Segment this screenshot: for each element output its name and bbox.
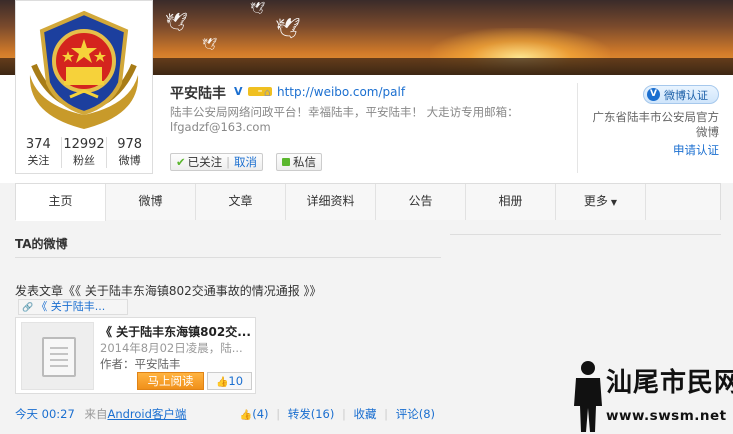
post-actions: 👍(4) | 转发(16) | 收藏 | 评论(8) [240,406,435,422]
profile-description: 陆丰公安局网络问政平台！幸福陆丰，平安陆丰！ 大走访专用邮箱：lfgadzf@1… [170,105,519,134]
profile-header: 374 关注 12992 粉丝 978 微博 平安陆丰 V ━ ⌂ http:/… [0,0,733,183]
article-link-pill[interactable]: 🔗 《 关于陆丰... [18,299,128,315]
avatar[interactable] [20,5,148,133]
like-count: 10 [228,374,244,388]
article-link-label: 《 关于陆丰... [36,300,106,313]
check-icon: ✔ [176,155,186,169]
tab-home[interactable]: 主页 [16,184,106,221]
tab-details[interactable]: 详细资料 [286,184,376,220]
stats-row: 374 关注 12992 粉丝 978 微博 [16,137,152,168]
message-label: 私信 [293,155,316,169]
stat-label: 粉丝 [73,154,95,167]
message-button[interactable]: 私信 [276,153,322,171]
stat-followers[interactable]: 12992 粉丝 [60,137,107,168]
article-thumbnail [21,322,94,390]
divider: | [341,407,346,421]
post-meta: 今天 00:27 来自Android客户端 👍(4) | 转发(16) | 收藏… [15,406,441,422]
article-author: 作者：平安陆丰 [100,357,181,371]
apply-verify-link[interactable]: 申请认证 [585,142,719,158]
tab-weibo[interactable]: 微博 [106,184,196,220]
post-text[interactable]: 发表文章《《 关于陆丰东海镇802交通事故的情况通报 》》 [15,282,322,299]
divider: | [276,407,281,421]
divider: | [384,407,389,421]
tab-more[interactable]: 更多 ▼ [556,184,646,220]
followed-label: 已关注 [187,155,223,169]
message-icon [282,158,290,166]
section-title: TA的微博 [15,237,68,251]
standing-figure-icon [574,361,602,432]
stat-number: 978 [117,137,143,152]
dove-icon: 🕊 [250,1,266,15]
avatar-card: 374 关注 12992 粉丝 978 微博 [15,0,153,174]
profile-tabs: 主页 微博 文章 详细资料 公告 相册 更多 ▼ [15,183,721,221]
feed: TA的微博 发表文章《《 关于陆丰东海镇802交通事故的情况通报 》》 🔗 《 关… [15,220,441,434]
post-source: 来自Android客户端 [84,407,186,421]
verify-badge-label: 微博认证 [664,88,708,102]
verified-v-icon: V [234,85,243,98]
repost-action[interactable]: 转发(16) [288,407,335,421]
article-title[interactable]: 《 关于陆丰东海镇802交... [100,323,252,340]
dove-icon: 🕊 [275,16,301,40]
source-link[interactable]: Android客户端 [107,407,186,421]
article-card[interactable]: 《 关于陆丰东海镇802交... 2014年8月02日凌晨，陆... 作者：平安… [15,317,256,394]
read-now-button[interactable]: 马上阅读 [137,372,204,390]
dove-icon: 🕊 [202,37,218,51]
divider [450,234,721,235]
verify-description: 广东省陆丰市公安局官方微博 [592,110,720,139]
verified-v-icon: V [647,88,660,101]
link-icon: ⌂ [264,86,271,99]
stat-posts[interactable]: 978 微博 [106,137,152,168]
tab-announcements[interactable]: 公告 [376,184,466,220]
stat-following[interactable]: 374 关注 [16,137,61,168]
divider [15,257,441,258]
stat-label: 关注 [27,154,50,167]
source-prefix: 来自 [84,407,108,421]
document-icon [42,337,76,377]
comment-action[interactable]: 评论(8) [396,407,435,421]
follow-status-button: ✔ 已关注 | 取消 [170,153,264,171]
favorite-action[interactable]: 收藏 [354,407,377,421]
dove-icon: 🕊 [165,12,188,33]
stat-number: 12992 [63,137,105,152]
watermark-title: 汕尾市民网 [606,368,733,398]
profile-url-link[interactable]: http://weibo.com/palf [277,85,405,99]
watermark-site: www.swsm.net [606,408,727,424]
stat-label: 微博 [118,154,141,167]
tab-more-label: 更多 [583,194,608,208]
weibo-verify-badge[interactable]: V 微博认证 [643,85,719,104]
link-icon: 🔗 [22,303,34,313]
tab-articles[interactable]: 文章 [196,184,286,220]
post-time[interactable]: 今天 00:27 [15,407,75,421]
thumb-up-icon: 👍 [215,377,229,388]
article-date: 2014年8月02日凌晨，陆... [100,341,243,355]
stat-number: 374 [25,137,51,152]
tab-albums[interactable]: 相册 [466,184,556,220]
watermark: 汕尾市民网 www.swsm.net [566,358,733,434]
article-like-button[interactable]: 👍10 [207,372,252,390]
like-action[interactable]: (4) [252,407,268,421]
divider: | [226,155,231,169]
unfollow-button[interactable]: 取消 [234,154,257,170]
profile-name: 平安陆丰 [170,86,226,102]
caret-down-icon: ▼ [610,198,618,207]
police-emblem-icon [29,10,139,129]
thumb-up-icon: 👍 [239,410,253,421]
divider [577,83,578,173]
